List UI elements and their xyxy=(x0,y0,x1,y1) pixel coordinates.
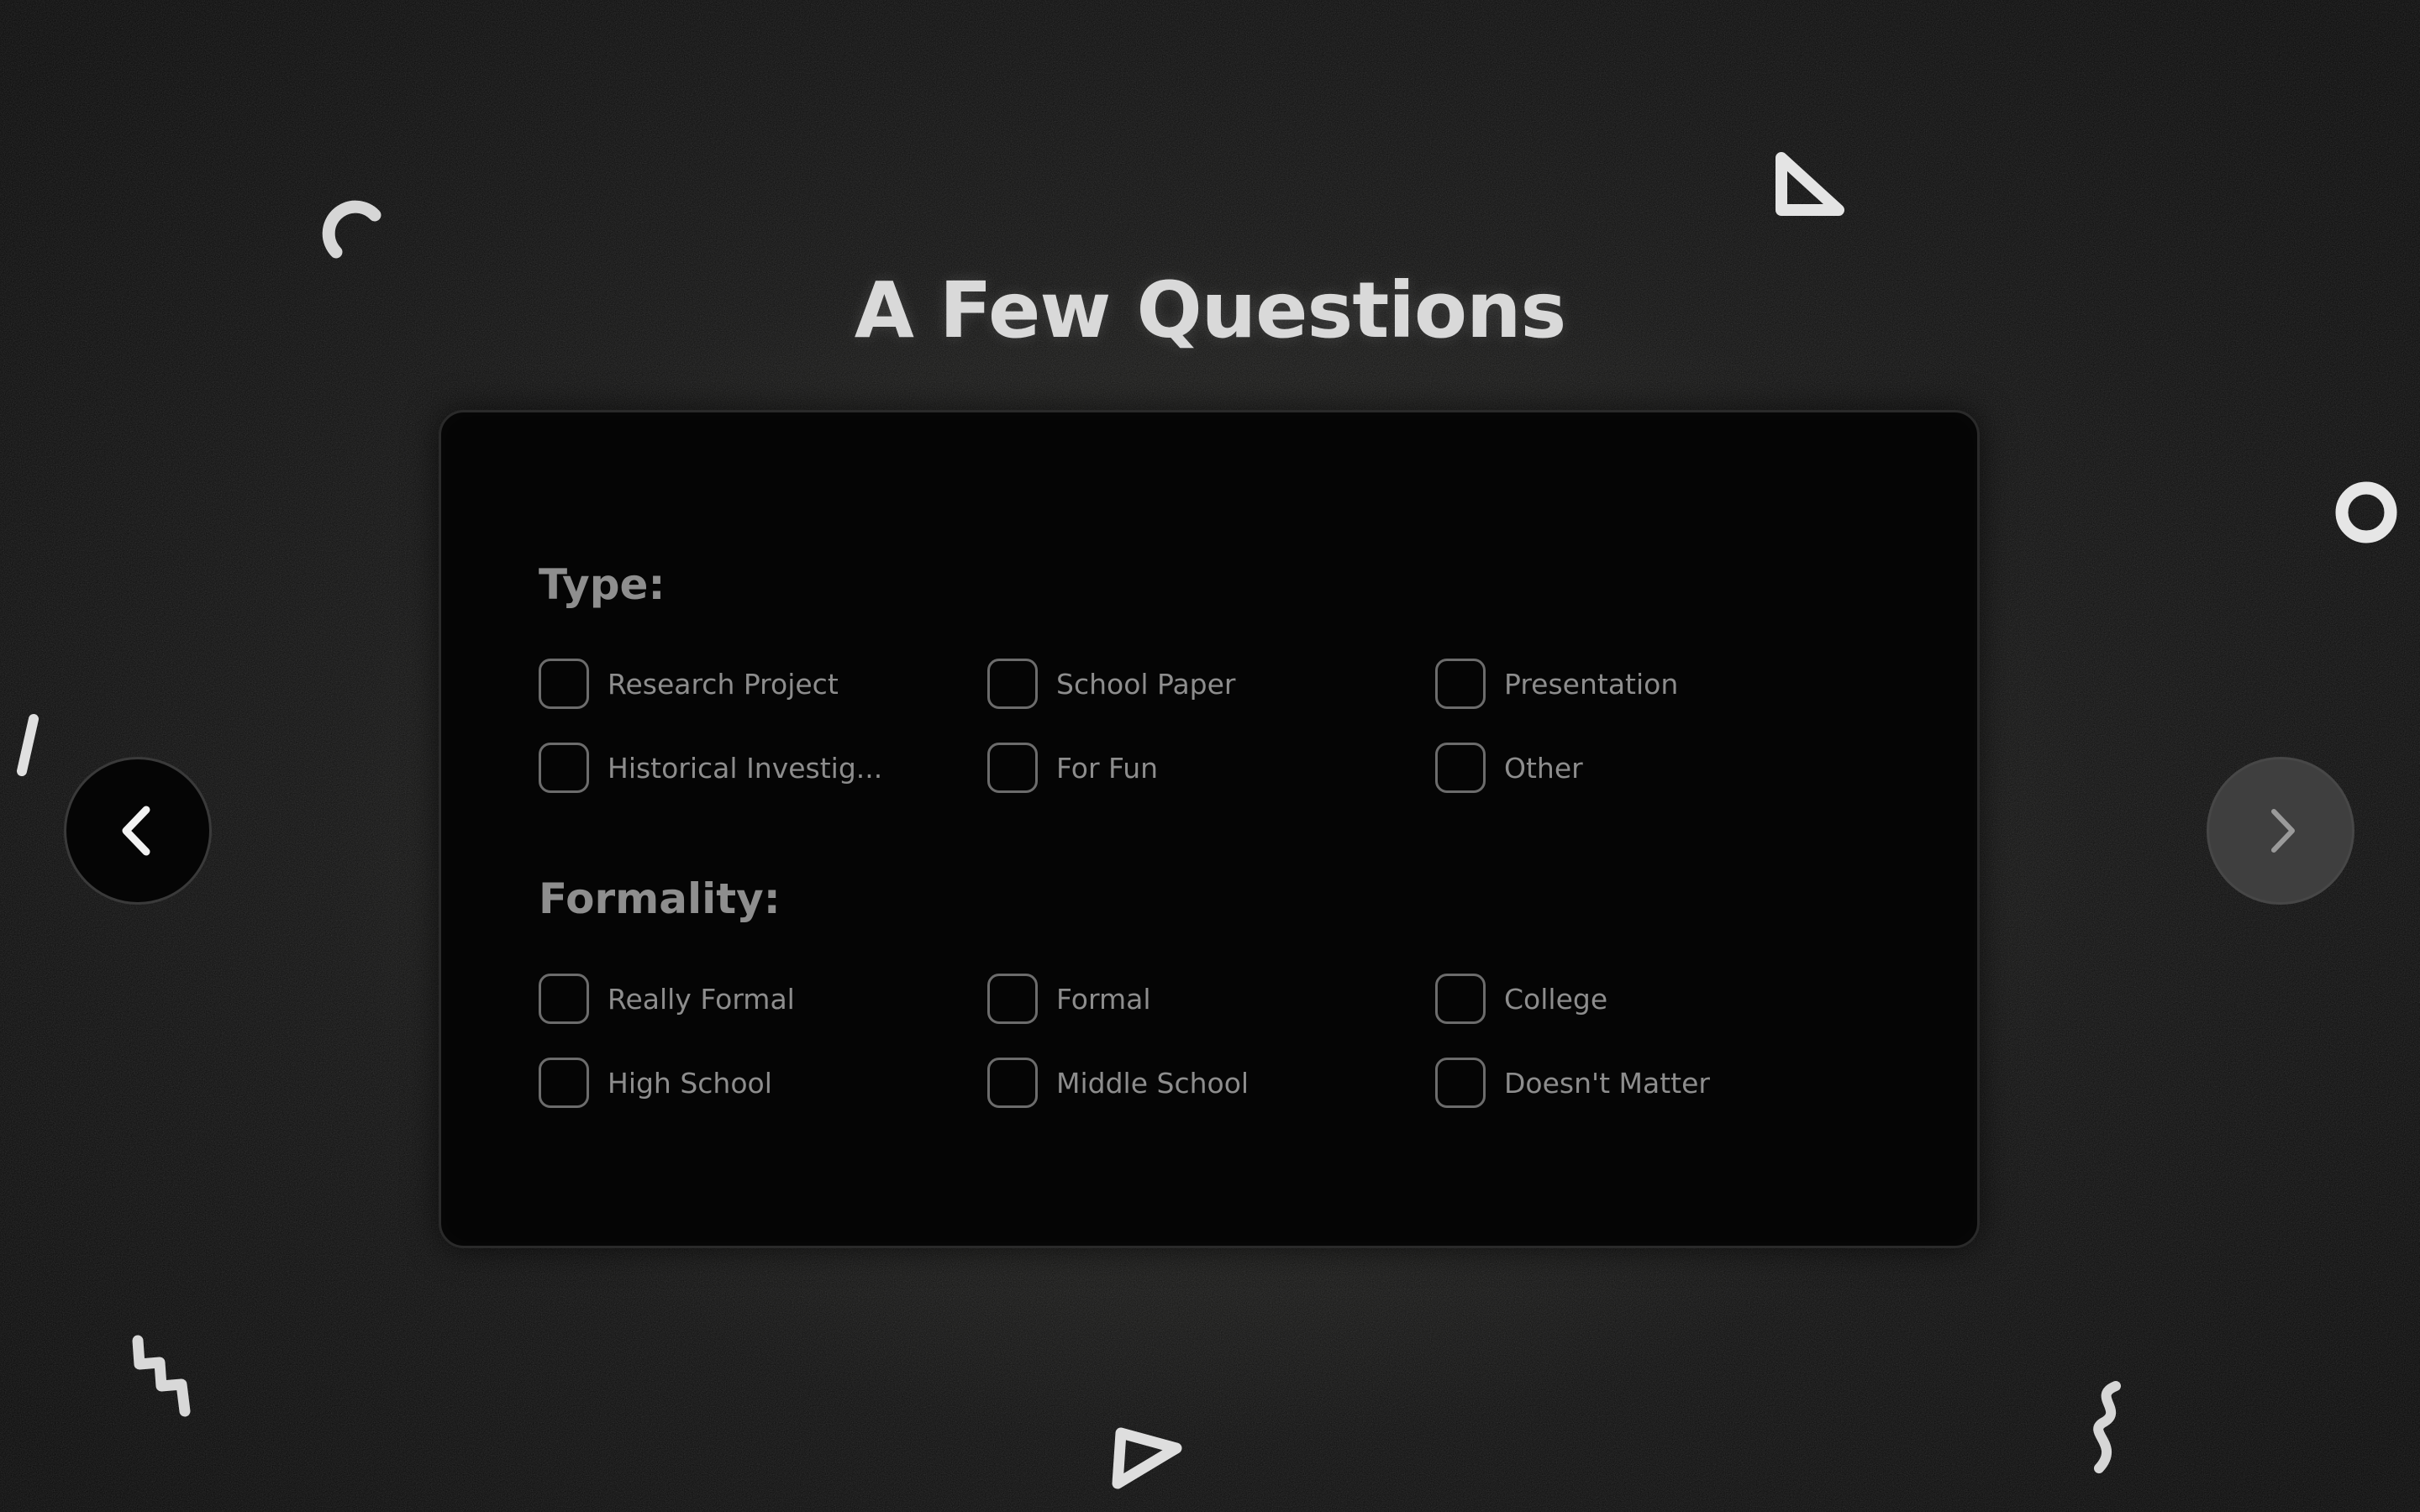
dash-shape xyxy=(17,714,39,776)
checkbox[interactable] xyxy=(539,974,589,1024)
option-other[interactable]: Other xyxy=(1435,740,1583,795)
option-high-school[interactable]: High School xyxy=(539,1055,772,1110)
checkbox[interactable] xyxy=(987,743,1038,793)
checkbox[interactable] xyxy=(539,659,589,709)
option-historical-investigation[interactable]: Historical Investig... xyxy=(539,740,882,795)
checkbox[interactable] xyxy=(1435,1058,1486,1108)
option-label: Historical Investig... xyxy=(608,751,883,785)
next-button[interactable] xyxy=(2207,757,2354,905)
triangle-shape xyxy=(1776,152,1844,216)
option-label: Research Project xyxy=(608,667,839,701)
option-label: College xyxy=(1504,982,1608,1016)
option-presentation[interactable]: Presentation xyxy=(1435,656,1678,711)
option-college[interactable]: College xyxy=(1435,971,1607,1026)
option-label: Middle School xyxy=(1056,1066,1249,1100)
option-label: Presentation xyxy=(1504,667,1679,701)
checkbox[interactable] xyxy=(987,1058,1038,1108)
option-label: Other xyxy=(1504,751,1583,785)
option-label: For Fun xyxy=(1056,751,1159,785)
option-doesnt-matter[interactable]: Doesn't Matter xyxy=(1435,1055,1710,1110)
type-section-title: Type: xyxy=(539,560,666,609)
option-for-fun[interactable]: For Fun xyxy=(987,740,1158,795)
checkbox[interactable] xyxy=(1435,743,1486,793)
option-middle-school[interactable]: Middle School xyxy=(987,1055,1249,1110)
checkbox[interactable] xyxy=(987,974,1038,1024)
option-really-formal[interactable]: Really Formal xyxy=(539,971,795,1026)
triangle-outline-shape xyxy=(1112,1427,1182,1489)
checkbox[interactable] xyxy=(1435,974,1486,1024)
page-title: A Few Questions xyxy=(854,265,1567,355)
option-formal[interactable]: Formal xyxy=(987,971,1151,1026)
checkbox[interactable] xyxy=(539,743,589,793)
questions-card: Type: Research Project School Paper Pres… xyxy=(439,410,1980,1248)
previous-button[interactable] xyxy=(64,757,212,905)
option-label: Doesn't Matter xyxy=(1504,1066,1710,1100)
checkbox[interactable] xyxy=(987,659,1038,709)
chevron-right-icon xyxy=(2271,809,2295,853)
arc-shape xyxy=(322,200,381,259)
option-label: School Paper xyxy=(1056,667,1236,701)
option-research-project[interactable]: Research Project xyxy=(539,656,839,711)
checkbox[interactable] xyxy=(1435,659,1486,709)
squiggle-shape xyxy=(2093,1381,2121,1473)
zigzag-shape xyxy=(132,1335,191,1417)
option-label: Formal xyxy=(1056,982,1151,1016)
chevron-left-icon xyxy=(122,806,150,856)
ring-shape xyxy=(2335,481,2397,543)
formality-section-title: Formality: xyxy=(539,874,781,923)
option-school-paper[interactable]: School Paper xyxy=(987,656,1236,711)
option-label: High School xyxy=(608,1066,772,1100)
option-label: Really Formal xyxy=(608,982,795,1016)
checkbox[interactable] xyxy=(539,1058,589,1108)
